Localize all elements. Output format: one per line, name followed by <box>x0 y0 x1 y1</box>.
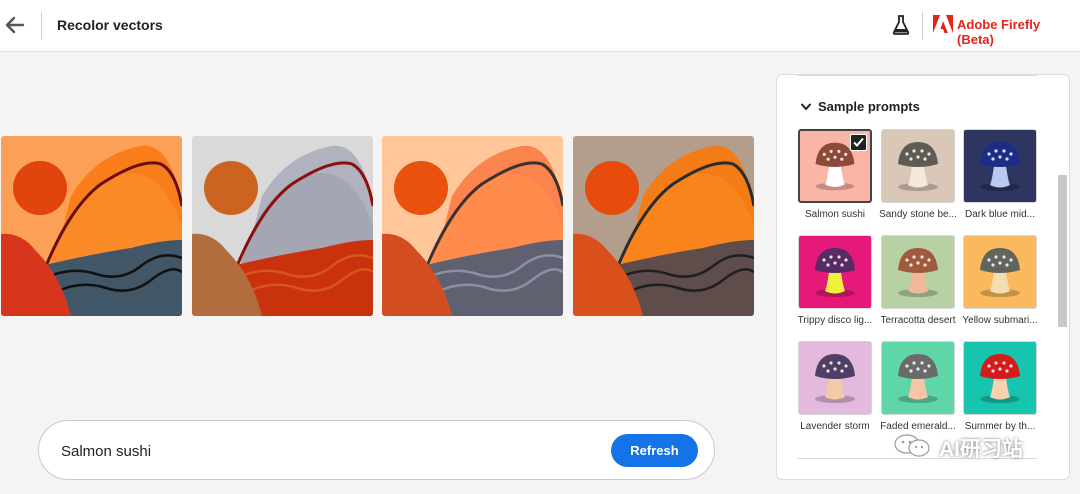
sun <box>13 161 67 215</box>
sample-label: Faded emerald... <box>880 421 956 432</box>
recolor-variation-4[interactable] <box>573 136 754 316</box>
refresh-button[interactable]: Refresh <box>611 434 698 467</box>
sample-prompt-item[interactable]: Salmon sushi <box>798 129 872 220</box>
page-title: Recolor vectors <box>57 17 163 33</box>
scrollbar-thumb[interactable] <box>1058 175 1067 327</box>
sample-thumbnail[interactable] <box>963 129 1037 203</box>
sample-label: Yellow submari... <box>962 315 1038 326</box>
recolor-variation-1[interactable] <box>1 136 182 316</box>
sample-prompt-item[interactable]: Sandy stone be... <box>879 129 957 220</box>
header-divider <box>922 12 923 40</box>
sample-label: Dark blue mid... <box>964 209 1036 220</box>
divider <box>797 75 1037 76</box>
sample-prompt-item[interactable]: Summer by th... <box>963 341 1037 432</box>
recolor-variation-3[interactable] <box>382 136 563 316</box>
back-button[interactable] <box>4 12 26 38</box>
header-divider <box>41 12 42 40</box>
sample-label: Terracotta desert <box>880 315 956 326</box>
sample-thumbnail[interactable] <box>798 129 872 203</box>
sample-thumbnail[interactable] <box>963 341 1037 415</box>
sample-thumbnail[interactable] <box>881 235 955 309</box>
sample-thumbnail[interactable] <box>881 129 955 203</box>
sample-prompt-item[interactable]: Terracotta desert <box>880 235 956 326</box>
sample-thumbnail[interactable] <box>798 235 872 309</box>
section-title: Sample prompts <box>818 99 920 114</box>
sample-prompt-item[interactable]: Dark blue mid... <box>963 129 1037 220</box>
checkmark-icon <box>850 134 867 151</box>
prompt-input[interactable] <box>61 440 601 462</box>
watermark-text: AI研习站 <box>939 438 1023 461</box>
sample-prompts-panel: Sample prompts Salmon sushi Sandy stone b… <box>776 74 1070 480</box>
recolor-variation-2[interactable] <box>192 136 373 316</box>
flask-icon <box>892 15 910 35</box>
sample-label: Summer by th... <box>964 421 1036 432</box>
brand-name[interactable]: Adobe Firefly (Beta) <box>957 17 1080 47</box>
sample-prompt-item[interactable]: Faded emerald... <box>880 341 956 432</box>
adobe-logo-icon[interactable] <box>933 15 953 33</box>
sample-prompt-item[interactable]: Yellow submari... <box>962 235 1038 326</box>
wechat-icon <box>894 434 930 457</box>
sample-thumbnail[interactable] <box>798 341 872 415</box>
sample-thumbnail[interactable] <box>963 235 1037 309</box>
prompt-bar: Refresh <box>38 420 715 480</box>
sun <box>585 161 639 215</box>
sample-thumbnail[interactable] <box>881 341 955 415</box>
sample-label: Lavender storm <box>800 421 870 432</box>
arrow-left-icon <box>5 16 25 34</box>
chevron-down-icon <box>801 103 811 110</box>
sample-prompt-item[interactable]: Trippy disco lig... <box>798 235 872 326</box>
app-header: Recolor vectors Adobe Firefly (Beta) <box>0 0 1080 52</box>
labs-button[interactable] <box>891 14 911 36</box>
sample-label: Salmon sushi <box>804 209 866 220</box>
sample-prompt-item[interactable]: Lavender storm <box>798 341 872 432</box>
sun <box>394 161 448 215</box>
sample-label: Trippy disco lig... <box>797 315 873 326</box>
sample-label: Sandy stone be... <box>879 209 957 220</box>
sun <box>204 161 258 215</box>
